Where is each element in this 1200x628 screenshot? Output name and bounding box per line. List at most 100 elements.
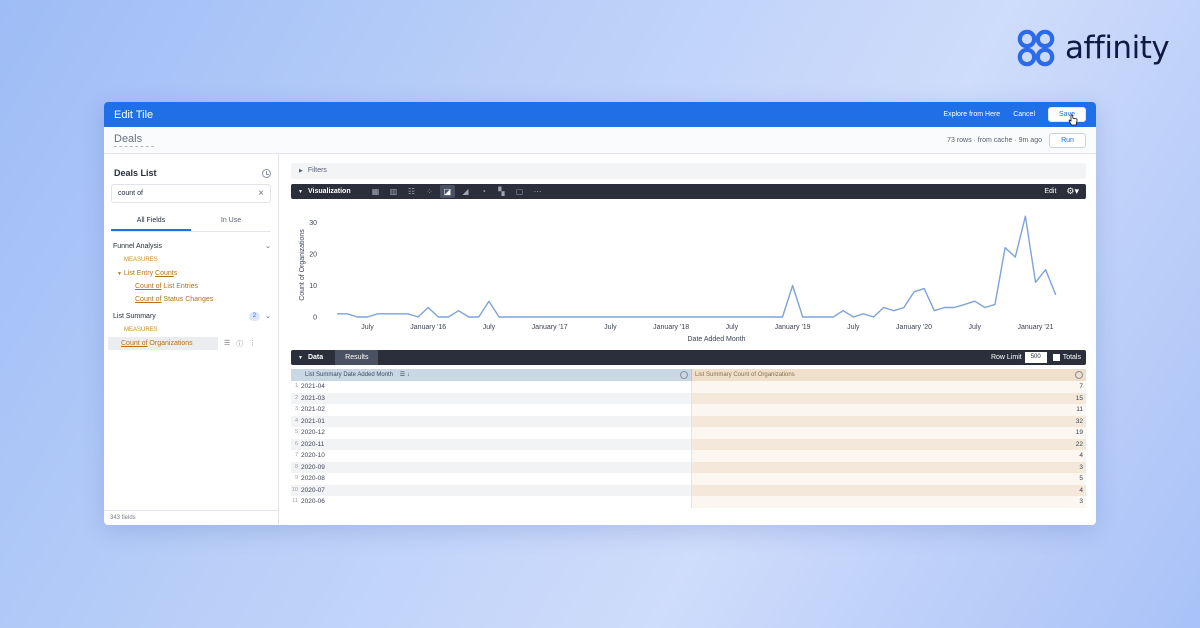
- cell-date: 2020-07: [301, 484, 692, 496]
- row-number: 7: [294, 452, 298, 458]
- search-value: count of: [118, 190, 143, 197]
- row-number: 6: [291, 438, 301, 450]
- clear-icon[interactable]: ×: [258, 188, 264, 199]
- y-tick-label: 20: [309, 251, 317, 258]
- table-row[interactable]: 11 2020-06 3: [291, 496, 1086, 508]
- cell-count: 4: [692, 450, 1086, 462]
- row-limit-input[interactable]: 500: [1024, 352, 1047, 363]
- bar-chart-icon[interactable]: ▥: [386, 185, 401, 198]
- gear-icon[interactable]: [1075, 371, 1083, 379]
- x-tick-label: January '19: [775, 324, 811, 331]
- x-tick-label: January '20: [896, 324, 932, 331]
- explore-from-here-link[interactable]: Explore from Here: [943, 111, 1000, 118]
- row-number: 9: [294, 475, 298, 481]
- line-chart-icon[interactable]: ◪: [440, 185, 455, 198]
- column-chart-icon[interactable]: ☷: [404, 185, 419, 198]
- caret-right-icon: ▶: [299, 168, 303, 174]
- row-limit-label: Row Limit: [990, 354, 1022, 361]
- results-rows: 1 2021-04 7 2 2021-03 15 3 2021-02 11 4 2021-01 32 5…: [291, 381, 1086, 508]
- gear-icon[interactable]: [680, 371, 688, 379]
- scatter-icon[interactable]: ⁘: [422, 185, 437, 198]
- filter-icon[interactable]: ☰: [224, 339, 230, 349]
- tab-in-use[interactable]: In Use: [191, 211, 271, 231]
- cell-date: 2020-06: [301, 496, 692, 508]
- table-row[interactable]: 3 2021-02 11: [291, 404, 1086, 416]
- y-axis-title: Count of Organizations: [299, 229, 306, 301]
- row-number: 11: [292, 498, 298, 504]
- field-count-of-list-entries[interactable]: Count of List Entries: [111, 280, 271, 293]
- row-number: 8: [291, 461, 301, 473]
- more-icon[interactable]: ⋮: [249, 339, 256, 349]
- table-row[interactable]: 9 2020-08 5: [291, 473, 1086, 485]
- cell-count: 15: [692, 392, 1086, 404]
- x-tick-label: July: [604, 324, 617, 331]
- table-row[interactable]: 6 2020-11 22: [291, 438, 1086, 450]
- y-tick-label: 10: [309, 283, 317, 290]
- single-value-icon[interactable]: ▢: [512, 185, 527, 198]
- sort-desc-icon[interactable]: ☰ ↓: [400, 372, 410, 378]
- more-icon[interactable]: ⋯: [530, 185, 545, 198]
- cell-date: 2020-08: [301, 473, 692, 485]
- cell-count: 11: [692, 404, 1086, 416]
- table-row[interactable]: 4 2021-01 32: [291, 415, 1086, 427]
- history-icon[interactable]: [262, 168, 271, 178]
- table-row[interactable]: 2 2021-03 15: [291, 392, 1086, 404]
- edit-visualization-button[interactable]: Edit: [1044, 188, 1056, 195]
- cache-status: 73 rows · from cache · 9m ago: [947, 136, 1042, 144]
- field-match: Count: [155, 270, 174, 277]
- results-header: List Summary Date Added Month ☰ ↓ List S…: [291, 369, 1086, 381]
- field-match: Count: [135, 283, 154, 290]
- field-count: 343 fields: [104, 510, 278, 525]
- group-list-summary[interactable]: List Summary 2 ⌄: [111, 309, 271, 323]
- map-icon[interactable]: ▚: [494, 185, 509, 198]
- column-header-date[interactable]: List Summary Date Added Month ☰ ↓: [291, 369, 692, 381]
- totals-checkbox[interactable]: [1052, 354, 1060, 361]
- affinity-logo-icon: [1017, 29, 1055, 67]
- field-match: Count: [135, 296, 154, 303]
- table-row[interactable]: 7 2020-10 4: [291, 450, 1086, 462]
- field-text: Organizations: [147, 340, 193, 347]
- cell-count: 4: [692, 484, 1086, 496]
- results-tab[interactable]: Results: [335, 350, 379, 365]
- info-icon[interactable]: ⓘ: [236, 339, 243, 349]
- cell-date: 2021-03: [301, 392, 692, 404]
- x-tick-label: July: [969, 324, 982, 331]
- tile-name[interactable]: Deals: [114, 133, 154, 147]
- table-row[interactable]: 10 2020-07 4: [291, 484, 1086, 496]
- gear-icon[interactable]: ⚙▾: [1066, 186, 1079, 197]
- visualization-label[interactable]: Visualization: [308, 188, 351, 195]
- table-row[interactable]: 1 2021-04 7: [291, 381, 1086, 393]
- pie-chart-icon[interactable]: ◔: [476, 185, 491, 198]
- row-number: 5: [294, 429, 298, 435]
- caret-down-icon: ▼: [298, 189, 303, 195]
- field-count-of-status-changes[interactable]: Count of Status Changes: [111, 293, 271, 306]
- x-tick-label: July: [726, 324, 739, 331]
- column-header-count[interactable]: List Summary Count of Organizations: [692, 369, 1086, 381]
- row-number: 10: [291, 484, 301, 496]
- table-icon[interactable]: ▦: [368, 185, 383, 198]
- cancel-button[interactable]: Cancel: [1013, 111, 1035, 118]
- cell-count: 22: [692, 438, 1086, 450]
- hand-cursor-icon: [1068, 114, 1078, 126]
- column-title: List Summary Count of Organizations: [695, 372, 795, 378]
- save-button[interactable]: Save: [1048, 107, 1086, 126]
- field-list-entry-counts[interactable]: ▼ List Entry Counts: [111, 267, 271, 280]
- table-row[interactable]: 8 2020-09 3: [291, 461, 1086, 473]
- tab-all-fields[interactable]: All Fields: [111, 211, 191, 231]
- data-tab[interactable]: Data: [308, 354, 323, 361]
- group-funnel-analysis[interactable]: Funnel Analysis ⌄: [111, 239, 271, 253]
- x-tick-label: July: [361, 324, 374, 331]
- chart-svg: 0 10 20 30 July January '16 July January '17 Jul…: [299, 215, 1057, 343]
- field-search-input[interactable]: count of ×: [111, 184, 271, 203]
- cell-date: 2020-10: [301, 450, 692, 462]
- table-row[interactable]: 5 2020-12 19: [291, 427, 1086, 439]
- run-button[interactable]: Run: [1049, 132, 1086, 148]
- filters-section[interactable]: ▶ Filters: [291, 163, 1086, 179]
- field-count-of-organizations[interactable]: Count of Organizations: [108, 337, 218, 350]
- affinity-logo: affinity: [1016, 28, 1170, 68]
- measures-label: MEASURES: [124, 327, 158, 333]
- data-bar: ▼ Data Results Row Limit 500 Totals: [291, 350, 1086, 365]
- area-chart-icon[interactable]: ◢: [458, 185, 473, 198]
- chevron-down-icon: ⌄: [265, 313, 271, 320]
- field-tabs: All Fields In Use: [111, 211, 271, 232]
